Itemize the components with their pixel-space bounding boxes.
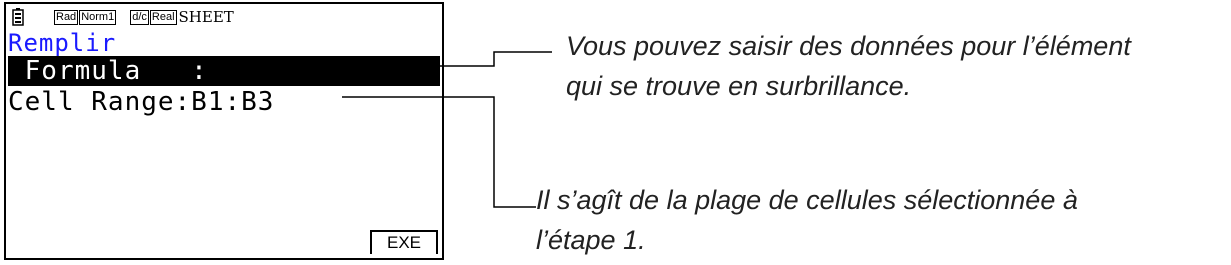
battery-icon — [12, 8, 24, 26]
annotation-range-line2: l’étape 1. — [536, 225, 646, 255]
callout-line-formula — [440, 51, 552, 67]
annotation-highlight-info: Vous pouvez saisir des données pour l’él… — [566, 26, 1131, 106]
angle-mode-group: Rad Norm1 — [54, 9, 117, 25]
annotation-range-info: Il s’agît de la plage de cellules sélect… — [536, 180, 1078, 260]
annotation-range-line1: Il s’agît de la plage de cellules sélect… — [536, 185, 1078, 215]
calculator-screen: Rad Norm1 d/c Real SHEET Remplir Formula… — [4, 2, 444, 260]
fraction-mode-badge: d/c — [130, 9, 149, 25]
formula-row[interactable]: Formula : — [8, 56, 440, 86]
screen-title: Remplir — [8, 29, 117, 57]
status-bar: Rad Norm1 d/c Real SHEET — [12, 6, 432, 28]
display-mode-badge: Norm1 — [79, 9, 117, 25]
exe-button[interactable]: EXE — [370, 230, 438, 254]
complex-mode-badge: Real — [149, 9, 177, 25]
annotation-highlight-line1: Vous pouvez saisir des données pour l’él… — [566, 31, 1131, 61]
fraction-mode-group: d/c Real — [130, 9, 177, 25]
cell-range-row[interactable]: Cell Range:B1:B3 — [8, 87, 274, 117]
angle-mode-badge: Rad — [54, 9, 79, 25]
app-mode-label: SHEET — [178, 8, 234, 26]
annotation-highlight-line2: qui se trouve en surbrillance. — [566, 71, 912, 101]
